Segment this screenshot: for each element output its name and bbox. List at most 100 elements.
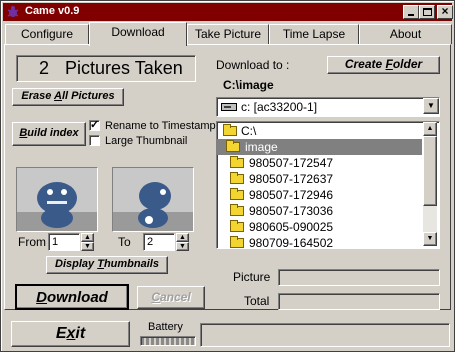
- tree-item-folder[interactable]: 980507-172547: [217, 155, 422, 171]
- thumbnail-first[interactable]: [16, 167, 98, 232]
- tree-item-label: 980507-172946: [249, 188, 334, 202]
- battery-label: Battery: [148, 321, 183, 333]
- rename-timestamp-checkbox[interactable]: ✓: [89, 119, 100, 131]
- tree-item-label: image: [245, 140, 278, 154]
- pictures-taken-display: 2 Pictures Taken: [16, 55, 196, 82]
- scroll-down-icon[interactable]: ▼: [423, 232, 437, 246]
- status-bar: [200, 323, 450, 347]
- total-progress-bar: [278, 293, 440, 310]
- tree-item-image[interactable]: image: [217, 139, 422, 155]
- tree-item-label: 980507-172547: [249, 156, 334, 170]
- display-thumbnails-button[interactable]: Display Thumbnails: [46, 256, 168, 274]
- tree-scrollbar[interactable]: ▲ ▼: [423, 122, 437, 246]
- minimize-icon: [408, 14, 414, 16]
- tree-item-label: 980507-172637: [249, 172, 334, 186]
- to-spin-down-icon[interactable]: ▼: [176, 242, 189, 251]
- to-input[interactable]: 2: [143, 233, 175, 251]
- tab-take-picture[interactable]: Take Picture: [187, 24, 269, 44]
- scroll-thumb[interactable]: [423, 136, 437, 206]
- tree-item-folder[interactable]: 980507-172637: [217, 171, 422, 187]
- chevron-down-icon[interactable]: ▼: [423, 98, 439, 114]
- from-spin-up-icon[interactable]: ▲: [81, 233, 94, 242]
- build-label-suffix: uild index: [27, 127, 79, 139]
- folder-icon: [230, 172, 244, 184]
- thumbnail-second-image: [113, 168, 193, 231]
- folder-icon: [230, 204, 244, 216]
- tree-item-label: C:\: [241, 124, 257, 138]
- exit-label-prefix: E: [55, 325, 67, 342]
- window-title: Came v0.9: [25, 5, 80, 17]
- display-label-accel: T: [97, 258, 104, 270]
- tree-item-label: 980709-164502: [249, 236, 334, 249]
- tab-time-lapse[interactable]: Time Lapse: [269, 24, 359, 44]
- erase-label-accel: A: [54, 90, 62, 102]
- large-thumbnail-checkbox[interactable]: [89, 135, 100, 146]
- exit-label-suffix: it: [75, 325, 86, 342]
- display-label-prefix: Display: [55, 258, 98, 270]
- battery-meter: [140, 336, 196, 346]
- download-label-suffix: ownload: [47, 289, 108, 306]
- erase-label-prefix: Erase: [21, 90, 55, 102]
- drive-select-value: c: [ac33200-1]: [241, 100, 318, 114]
- build-index-button[interactable]: Build index: [12, 122, 86, 146]
- drive-icon: [221, 103, 237, 111]
- exit-button[interactable]: Exit: [11, 321, 130, 347]
- tree-item-root[interactable]: C:\: [217, 123, 422, 139]
- cancel-label-accel: C: [151, 290, 160, 304]
- total-progress-label: Total: [244, 294, 270, 308]
- maximize-button[interactable]: [419, 5, 435, 19]
- display-label-suffix: humbnails: [103, 258, 159, 270]
- create-folder-button[interactable]: Create Folder: [327, 56, 440, 74]
- pictures-count: 2: [39, 58, 50, 78]
- folder-icon: [230, 188, 244, 200]
- tree-item-folder[interactable]: 980507-172946: [217, 187, 422, 203]
- folder-icon: [230, 236, 244, 248]
- thumbnail-second[interactable]: [112, 167, 194, 232]
- open-folder-icon: [226, 140, 240, 152]
- download-label-accel: D: [36, 289, 47, 306]
- maximize-icon: [423, 8, 432, 16]
- app-window: Came v0.9 × Configure Download Take Pict…: [0, 0, 455, 352]
- folder-tree[interactable]: C:\ image 980507-172547 980507-172637 98…: [216, 121, 440, 249]
- close-icon: ×: [441, 4, 449, 18]
- download-to-label: Download to :: [216, 58, 290, 72]
- close-button[interactable]: ×: [437, 4, 453, 19]
- folder-icon: [230, 220, 244, 232]
- tab-configure[interactable]: Configure: [5, 24, 89, 44]
- minimize-button[interactable]: [403, 5, 419, 19]
- tree-item-folder[interactable]: 980507-173036: [217, 203, 422, 219]
- folder-icon: [230, 156, 244, 168]
- checkmark-icon: ✓: [90, 119, 100, 131]
- app-icon: [7, 6, 19, 17]
- thumbnail-first-image: [17, 168, 97, 231]
- title-bar[interactable]: Came v0.9 ×: [3, 3, 453, 21]
- from-input[interactable]: 1: [48, 233, 80, 251]
- tab-about[interactable]: About: [359, 24, 452, 44]
- erase-label-suffix: ll Pictures: [62, 90, 115, 102]
- pictures-taken-label: Pictures Taken: [65, 58, 183, 78]
- create-label-suffix: older: [392, 57, 423, 71]
- open-folder-icon: [223, 124, 237, 136]
- tree-item-label: 980507-173036: [249, 204, 334, 218]
- scroll-up-icon[interactable]: ▲: [423, 122, 437, 136]
- to-label: To: [118, 235, 131, 249]
- drive-select[interactable]: c: [ac33200-1] ▼: [216, 97, 440, 117]
- erase-all-pictures-button[interactable]: Erase All Pictures: [12, 88, 124, 106]
- rename-timestamp-label: Rename to Timestamp: [105, 120, 216, 132]
- tab-download[interactable]: Download: [89, 22, 187, 46]
- to-spinner[interactable]: ▲ ▼: [176, 233, 189, 251]
- cancel-label-suffix: ancel: [159, 290, 191, 304]
- large-thumbnail-label: Large Thumbnail: [105, 135, 188, 147]
- create-label-accel: F: [385, 57, 393, 71]
- tree-item-folder[interactable]: 980709-164502: [217, 235, 422, 249]
- cancel-button[interactable]: Cancel: [137, 286, 205, 309]
- from-label: From: [18, 235, 46, 249]
- from-spin-down-icon[interactable]: ▼: [81, 242, 94, 251]
- from-spinner[interactable]: ▲ ▼: [81, 233, 94, 251]
- download-path: C:\image: [223, 78, 274, 92]
- picture-progress-label: Picture: [233, 270, 271, 284]
- tree-item-label: 980605-090025: [249, 220, 334, 234]
- download-button[interactable]: Download: [15, 284, 129, 310]
- tree-item-folder[interactable]: 980605-090025: [217, 219, 422, 235]
- to-spin-up-icon[interactable]: ▲: [176, 233, 189, 242]
